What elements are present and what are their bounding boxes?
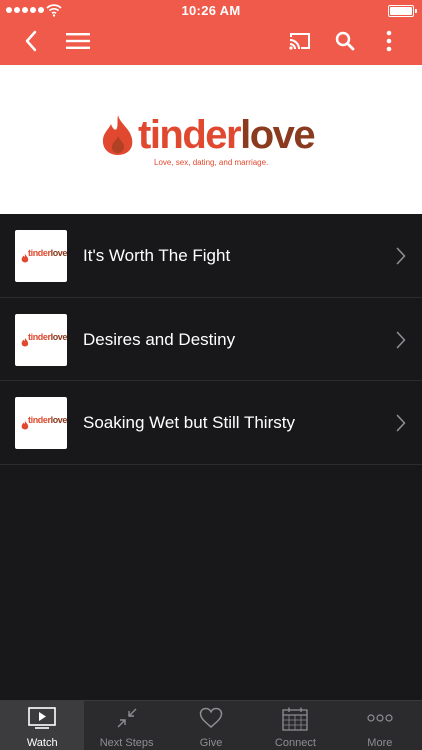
- thumbnail-wordmark: tinderlove: [28, 415, 67, 425]
- tab-label: Give: [199, 737, 223, 749]
- list-item[interactable]: tinderlove Soaking Wet but Still Thirsty: [0, 381, 422, 465]
- chevron-right-icon: [396, 414, 406, 437]
- list-item[interactable]: tinderlove Desires and Destiny: [0, 298, 422, 381]
- thumb-brand-second: love: [50, 415, 67, 425]
- logo-brand-first: tinder: [138, 113, 242, 157]
- tinderlove-logo: tinderlove Love, sex, dating, and marria…: [100, 110, 330, 190]
- status-time: 10:26 AM: [181, 3, 241, 18]
- play-screen-icon: [0, 707, 84, 729]
- tab-label: Watch: [26, 737, 58, 749]
- thumb-brand-first: tinder: [28, 415, 51, 425]
- thumb-brand-first: tinder: [28, 248, 51, 258]
- list-item-title: It's Worth The Fight: [83, 246, 231, 265]
- heart-icon: [169, 707, 253, 729]
- more-vertical-icon: [386, 30, 392, 57]
- battery-icon: [388, 5, 417, 17]
- menu-button[interactable]: [58, 22, 98, 65]
- thumb-brand-second: love: [50, 331, 67, 342]
- tab-next-steps[interactable]: Next Steps: [84, 701, 168, 750]
- flame-icon: [100, 114, 136, 161]
- logo-wordmark: tinderlove: [138, 112, 316, 158]
- back-icon: [24, 30, 38, 57]
- chevron-right-icon: [396, 247, 406, 270]
- back-button[interactable]: [14, 22, 48, 65]
- tab-watch[interactable]: Watch: [0, 701, 85, 750]
- tab-give[interactable]: Give: [169, 701, 253, 750]
- series-thumbnail: tinderlove: [15, 313, 67, 366]
- tab-label: More: [367, 737, 393, 749]
- series-list: tinderlove It's Worth The Fight tinderlo…: [0, 214, 422, 465]
- tab-connect[interactable]: Connect: [253, 701, 337, 750]
- calendar-icon: [253, 707, 337, 731]
- status-bar: 10:26 AM: [0, 0, 422, 22]
- list-item-title: Desires and Destiny: [83, 329, 236, 349]
- more-button[interactable]: [372, 22, 406, 65]
- cast-button[interactable]: [280, 22, 320, 65]
- list-item[interactable]: tinderlove It's Worth The Fight: [0, 214, 422, 298]
- series-thumbnail: tinderlove: [15, 230, 67, 282]
- logo-brand-second: love: [240, 113, 316, 157]
- search-button[interactable]: [326, 22, 364, 65]
- list-item-title: Soaking Wet but Still Thirsty: [83, 413, 295, 432]
- chevron-right-icon: [396, 331, 406, 354]
- logo-tagline: Love, sex, dating, and marriage.: [154, 158, 269, 167]
- navigation-bar: [0, 22, 422, 65]
- cast-icon: [288, 31, 312, 56]
- series-banner: tinderlove Love, sex, dating, and marria…: [0, 65, 422, 214]
- thumb-brand-first: tinder: [28, 331, 51, 342]
- arrows-in-icon: [84, 707, 168, 729]
- tab-label: Next Steps: [99, 737, 154, 749]
- menu-icon: [66, 32, 90, 55]
- thumbnail-wordmark: tinderlove: [28, 332, 67, 342]
- search-icon: [335, 31, 355, 56]
- tab-label: Connect: [274, 737, 316, 749]
- thumb-brand-second: love: [50, 248, 67, 258]
- more-dots-icon: [338, 707, 422, 729]
- tab-bar: Watch Next Steps Give Connect More: [0, 700, 422, 750]
- tab-more[interactable]: More: [338, 701, 422, 750]
- thumbnail-wordmark: tinderlove: [28, 248, 67, 258]
- series-thumbnail: tinderlove: [15, 397, 67, 449]
